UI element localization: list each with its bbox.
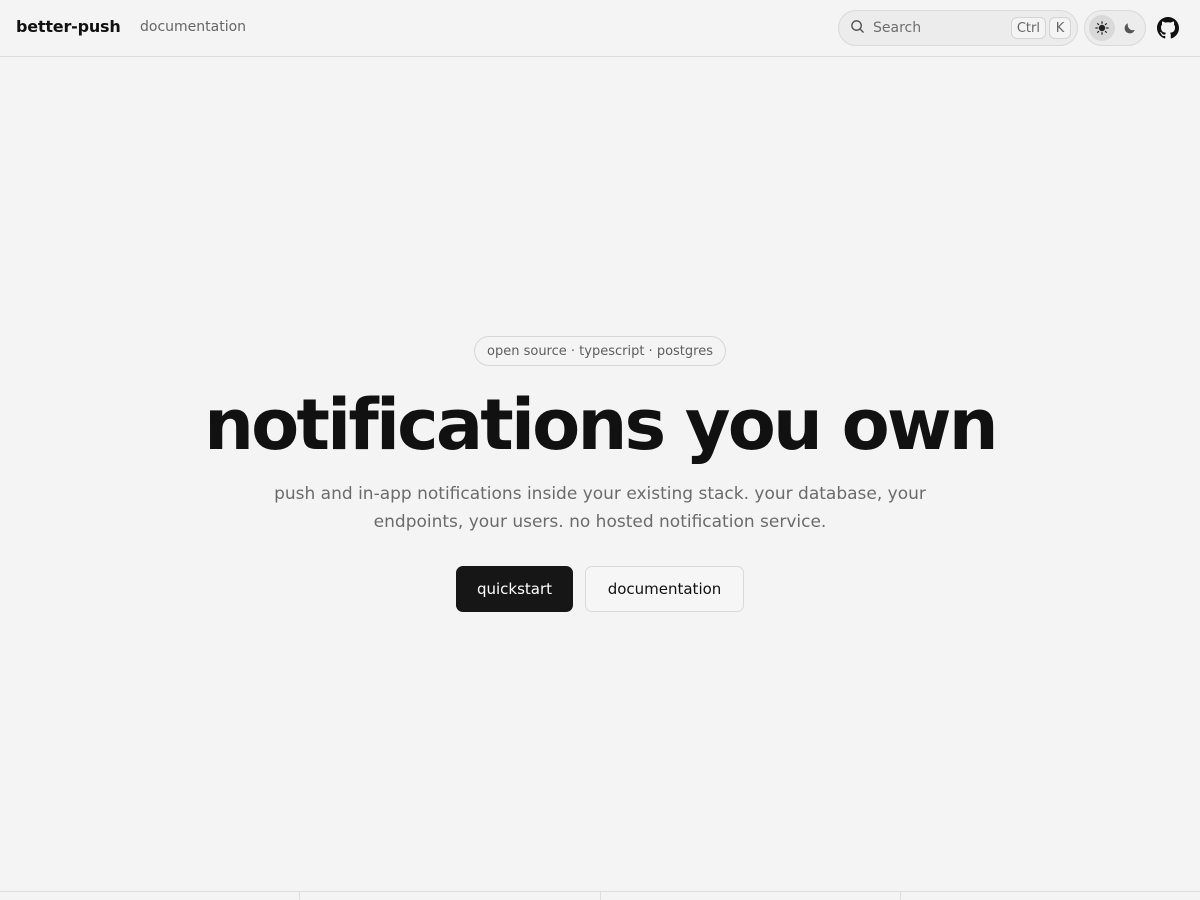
- search-button[interactable]: Search Ctrl K: [838, 10, 1078, 46]
- quickstart-button[interactable]: quickstart: [456, 566, 573, 612]
- feature-card: [300, 892, 601, 900]
- light-mode-button[interactable]: [1089, 15, 1115, 41]
- github-link[interactable]: [1156, 16, 1180, 40]
- feature-card: [0, 892, 301, 900]
- feature-grid-top: [0, 891, 1200, 900]
- theme-toggle: [1084, 10, 1146, 46]
- feature-card: [601, 892, 901, 900]
- dark-mode-button[interactable]: [1117, 15, 1143, 41]
- page: better-push documentation Search Ctrl K: [0, 0, 1200, 900]
- sun-icon: [1095, 21, 1109, 35]
- page-subtitle: push and in-app notifications inside you…: [274, 484, 926, 532]
- shortcut-key-k: K: [1049, 17, 1071, 39]
- shortcut-key-ctrl: Ctrl: [1010, 17, 1046, 39]
- github-icon: [1157, 17, 1179, 39]
- moon-icon: [1124, 23, 1135, 34]
- brand-logo[interactable]: better-push: [16, 17, 121, 36]
- feature-card: [901, 892, 1200, 900]
- documentation-button[interactable]: documentation: [585, 566, 744, 612]
- search-icon: [850, 19, 865, 38]
- nav-link-documentation[interactable]: documentation: [140, 19, 246, 35]
- search-label: Search: [873, 20, 922, 36]
- top-nav: better-push documentation Search Ctrl K: [0, 0, 1200, 57]
- page-title: notifications you own: [204, 384, 999, 466]
- tech-badge: open source · typescript · postgres: [474, 336, 726, 366]
